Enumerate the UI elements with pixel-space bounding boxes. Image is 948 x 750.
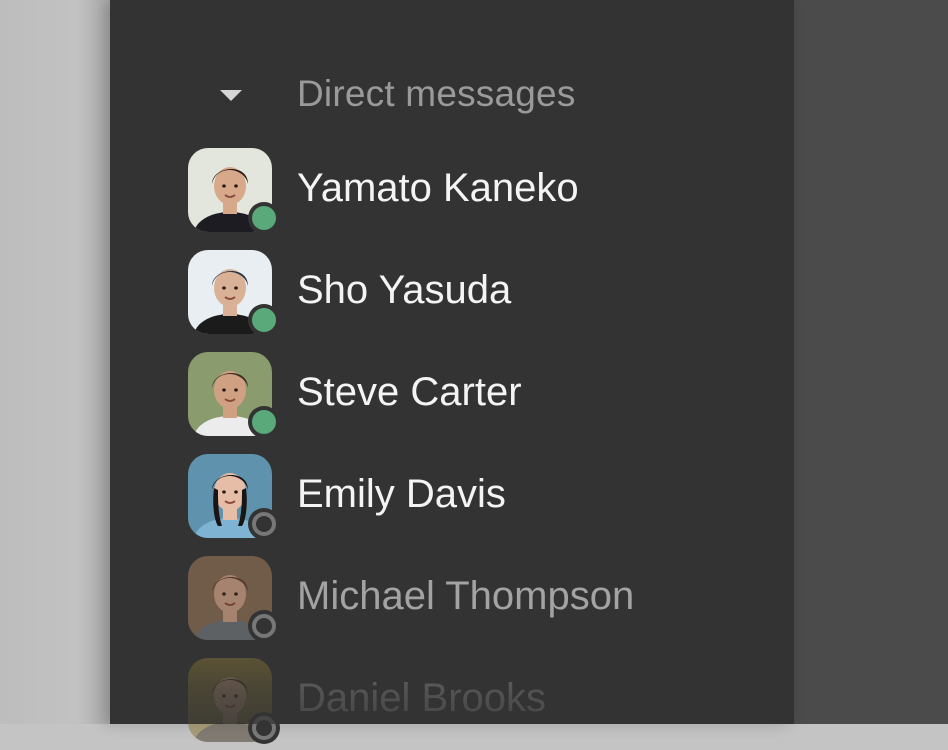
status-dot (252, 716, 276, 740)
status-dot (252, 308, 276, 332)
status-dot (252, 614, 276, 638)
dm-name: Daniel Brooks (297, 676, 547, 720)
dm-item[interactable]: Emily Davis (188, 454, 748, 546)
dm-name: Steve Carter (297, 370, 522, 414)
offline-status-icon (248, 508, 280, 540)
dm-item[interactable]: Yamato Kaneko (188, 148, 748, 240)
direct-messages-section-header[interactable]: Direct messages (110, 68, 794, 122)
sidebar: Direct messages Yamato Kaneko Sho Yasuda S… (110, 0, 794, 744)
caret-down-icon[interactable] (220, 90, 242, 101)
status-dot (252, 410, 276, 434)
dm-item[interactable]: Sho Yasuda (188, 250, 748, 342)
offline-status-icon (248, 712, 280, 744)
dm-name: Michael Thompson (297, 574, 635, 618)
dm-name: Yamato Kaneko (297, 166, 579, 210)
background-left (0, 0, 110, 724)
online-status-icon (248, 202, 280, 234)
dm-item[interactable]: Steve Carter (188, 352, 748, 444)
dm-item[interactable]: Daniel Brooks (188, 658, 748, 750)
section-title: Direct messages (297, 73, 576, 114)
status-dot (252, 512, 276, 536)
dm-item[interactable]: Michael Thompson (188, 556, 748, 648)
dm-name: Sho Yasuda (297, 268, 512, 312)
main-content-panel (794, 0, 948, 724)
online-status-icon (248, 406, 280, 438)
status-dot (252, 206, 276, 230)
online-status-icon (248, 304, 280, 336)
dm-name: Emily Davis (297, 472, 506, 516)
offline-status-icon (248, 610, 280, 642)
